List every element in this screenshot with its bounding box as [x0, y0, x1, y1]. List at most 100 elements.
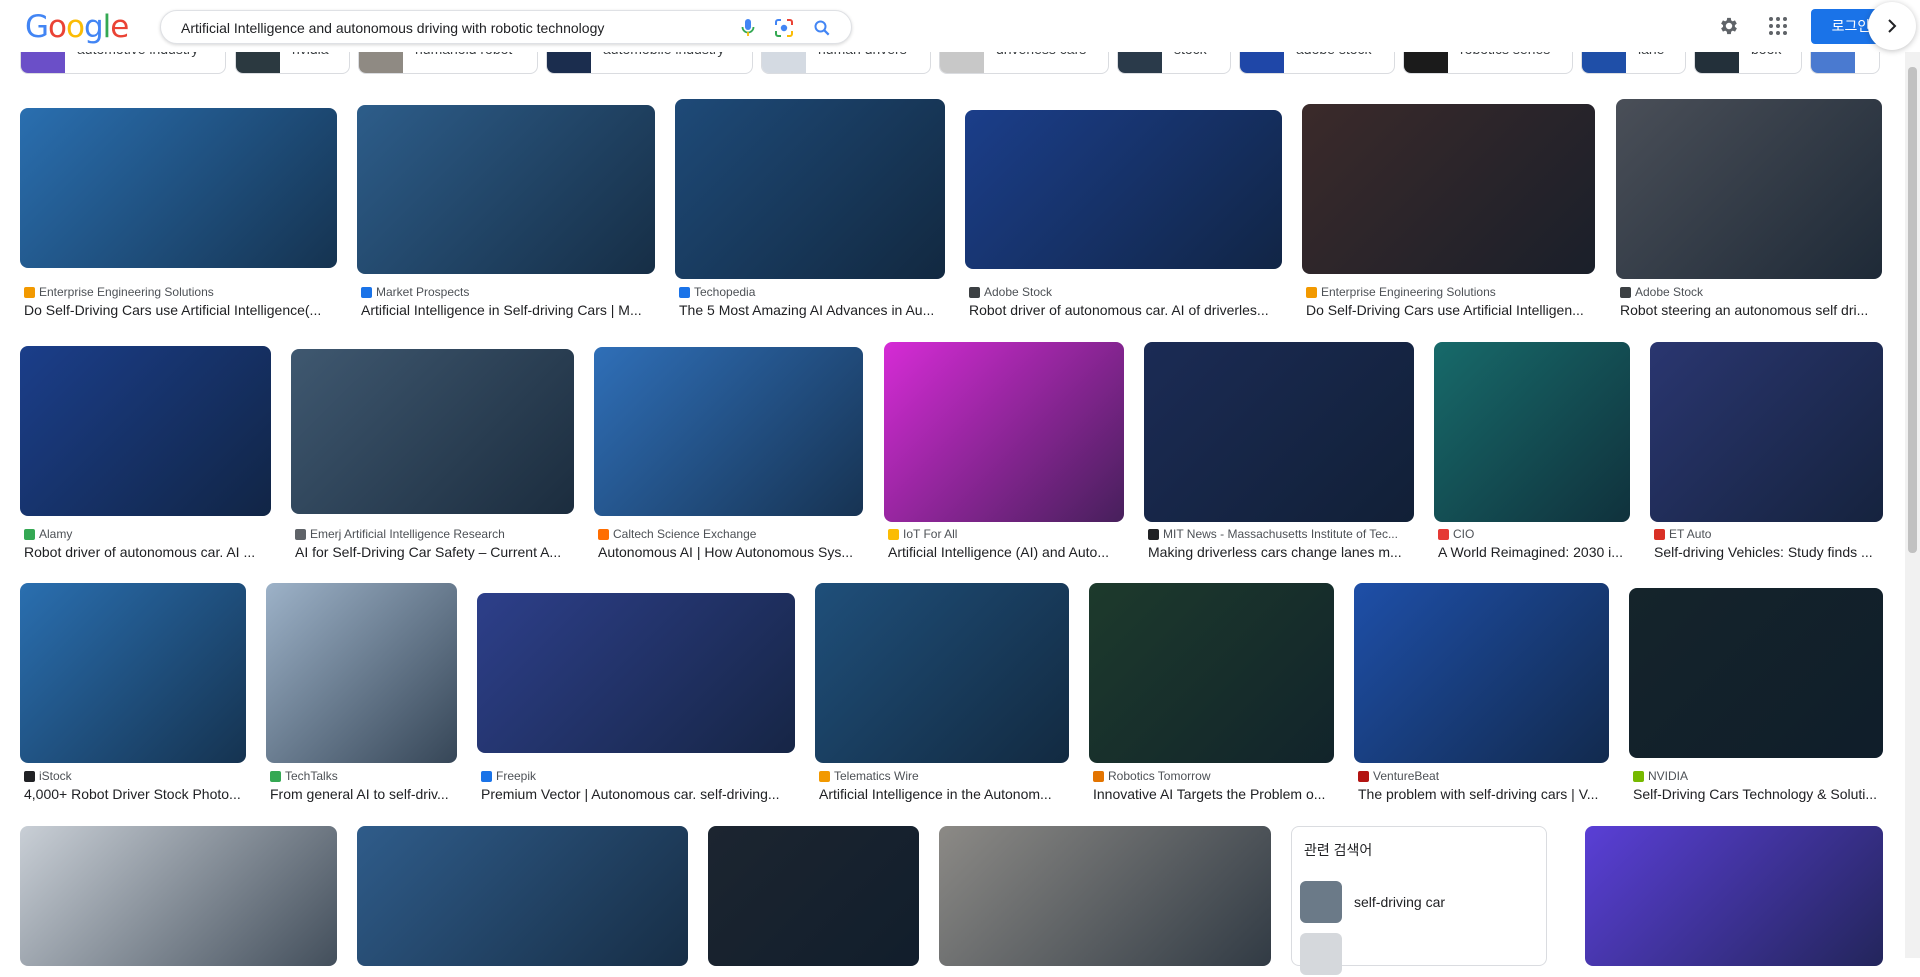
site-favicon	[969, 286, 980, 298]
result-source-label: NVIDIA	[1648, 769, 1689, 783]
chevron-right-icon	[1888, 19, 1897, 33]
result-title[interactable]: 4,000+ Robot Driver Stock Photo...	[24, 786, 244, 802]
result-title[interactable]: Artificial Intelligence in Self-driving …	[361, 302, 653, 318]
result-source[interactable]: Market Prospects	[361, 285, 651, 299]
result-source[interactable]: iStock	[24, 769, 250, 783]
result-thumbnail[interactable]	[1302, 104, 1595, 274]
result-title[interactable]: AI for Self-Driving Car Safety – Current…	[295, 544, 570, 560]
result-title[interactable]: Robot driver of autonomous car. AI ...	[24, 544, 264, 560]
result-source[interactable]: VentureBeat	[1358, 769, 1610, 783]
result-thumbnail[interactable]	[20, 826, 337, 966]
result-source-label: Enterprise Engineering Solutions	[1321, 285, 1496, 299]
microphone-icon[interactable]	[737, 17, 759, 39]
result-source[interactable]: Adobe Stock	[1620, 285, 1882, 299]
result-thumbnail[interactable]	[965, 110, 1282, 269]
site-favicon	[1438, 528, 1449, 540]
result-thumbnail[interactable]	[1629, 588, 1883, 758]
related-searches-heading: 관련 검색어	[1304, 842, 1373, 858]
result-title[interactable]: Premium Vector | Autonomous car. self-dr…	[481, 786, 795, 802]
result-title[interactable]: Self-Driving Cars Technology & Soluti...	[1633, 786, 1883, 802]
result-title[interactable]: Autonomous AI | How Autonomous Sys...	[598, 544, 864, 560]
result-source[interactable]: Enterprise Engineering Solutions	[1306, 285, 1596, 299]
result-title[interactable]: Robot driver of autonomous car. AI of dr…	[969, 302, 1282, 318]
related-search-thumbnail	[1300, 881, 1342, 923]
apps-grid-icon[interactable]	[1765, 13, 1791, 39]
result-title[interactable]: The problem with self-driving cars | V..…	[1358, 786, 1610, 802]
result-title[interactable]: Self-driving Vehicles: Study finds ...	[1654, 544, 1883, 560]
result-source[interactable]: Emerj Artificial Intelligence Research	[295, 527, 575, 541]
result-title[interactable]: Robot steering an autonomous self dri...	[1620, 302, 1882, 318]
site-favicon	[24, 770, 35, 782]
result-thumbnail[interactable]	[1585, 826, 1883, 966]
result-source[interactable]: ET Auto	[1654, 527, 1883, 541]
result-thumbnail[interactable]	[1650, 342, 1883, 522]
site-favicon	[1093, 770, 1104, 782]
result-source[interactable]: Freepik	[481, 769, 795, 783]
result-source[interactable]: Enterprise Engineering Solutions	[24, 285, 344, 299]
result-source[interactable]: CIO	[1438, 527, 1634, 541]
result-thumbnail[interactable]	[1434, 342, 1630, 522]
result-source[interactable]: Caltech Science Exchange	[598, 527, 864, 541]
settings-gear-icon[interactable]	[1716, 13, 1742, 39]
result-thumbnail[interactable]	[708, 826, 919, 966]
result-source-label: Alamy	[39, 527, 73, 541]
result-source[interactable]: Alamy	[24, 527, 274, 541]
result-thumbnail[interactable]	[1354, 583, 1609, 763]
related-search-item[interactable]	[1300, 931, 1532, 977]
result-thumbnail[interactable]	[884, 342, 1124, 522]
result-source[interactable]: Techopedia	[679, 285, 945, 299]
result-source[interactable]: Robotics Tomorrow	[1093, 769, 1334, 783]
result-title[interactable]: Do Self-Driving Cars use Artificial Inte…	[1306, 302, 1596, 318]
result-source[interactable]: NVIDIA	[1633, 769, 1883, 783]
related-search-item[interactable]: self-driving car	[1300, 879, 1532, 925]
result-thumbnail[interactable]	[357, 105, 655, 274]
search-icon[interactable]	[811, 17, 833, 39]
result-source-label: Freepik	[496, 769, 537, 783]
result-source-label: Caltech Science Exchange	[613, 527, 757, 541]
result-source[interactable]: Telematics Wire	[819, 769, 1069, 783]
result-title[interactable]: Innovative AI Targets the Problem o...	[1093, 786, 1334, 802]
result-source-label: Telematics Wire	[834, 769, 919, 783]
result-title[interactable]: From general AI to self-driv...	[270, 786, 456, 802]
result-source-label: IoT For All	[903, 527, 958, 541]
result-title[interactable]: A World Reimagined: 2030 i...	[1438, 544, 1628, 560]
result-title[interactable]: Artificial Intelligence (AI) and Auto...	[888, 544, 1122, 560]
result-thumbnail[interactable]	[266, 583, 457, 763]
site-favicon	[679, 286, 690, 298]
result-source-label: CIO	[1453, 527, 1475, 541]
result-thumbnail[interactable]	[815, 583, 1069, 763]
result-source-label: Robotics Tomorrow	[1108, 769, 1211, 783]
site-favicon	[1148, 528, 1159, 540]
scrollbar-thumb[interactable]	[1908, 67, 1917, 553]
result-source-label: TechTalks	[285, 769, 338, 783]
result-thumbnail[interactable]	[291, 349, 574, 514]
chips-next-arrow-button[interactable]	[1868, 2, 1916, 50]
result-thumbnail[interactable]	[357, 826, 688, 966]
page-scrollbar[interactable]	[1905, 52, 1920, 958]
site-favicon	[1620, 286, 1631, 298]
result-thumbnail[interactable]	[594, 347, 863, 516]
result-source[interactable]: TechTalks	[270, 769, 460, 783]
search-input[interactable]: Artificial Intelligence and autonomous d…	[181, 11, 604, 45]
search-box[interactable]: Artificial Intelligence and autonomous d…	[160, 10, 852, 44]
result-source[interactable]: MIT News - Massachusetts Institute of Te…	[1148, 527, 1414, 541]
result-source[interactable]: Adobe Stock	[969, 285, 1282, 299]
result-title[interactable]: The 5 Most Amazing AI Advances in Au...	[679, 302, 945, 318]
result-thumbnail[interactable]	[1089, 583, 1334, 763]
result-thumbnail[interactable]	[20, 583, 246, 763]
result-thumbnail[interactable]	[20, 108, 337, 268]
result-thumbnail[interactable]	[675, 99, 945, 279]
result-source-label: Adobe Stock	[984, 285, 1053, 299]
result-title[interactable]: Artificial Intelligence in the Autonom..…	[819, 786, 1069, 802]
result-source[interactable]: IoT For All	[888, 527, 1128, 541]
result-thumbnail[interactable]	[1144, 342, 1414, 522]
result-thumbnail[interactable]	[939, 826, 1271, 966]
related-searches-panel: 관련 검색어 self-driving car	[1291, 826, 1547, 975]
google-logo[interactable]: Google	[25, 11, 129, 43]
result-title[interactable]: Do Self-Driving Cars use Artificial Inte…	[24, 302, 334, 318]
result-thumbnail[interactable]	[20, 346, 271, 516]
result-title[interactable]: Making driverless cars change lanes m...	[1148, 544, 1414, 560]
result-thumbnail[interactable]	[477, 593, 795, 753]
lens-camera-icon[interactable]	[773, 17, 795, 39]
result-thumbnail[interactable]	[1616, 99, 1882, 279]
